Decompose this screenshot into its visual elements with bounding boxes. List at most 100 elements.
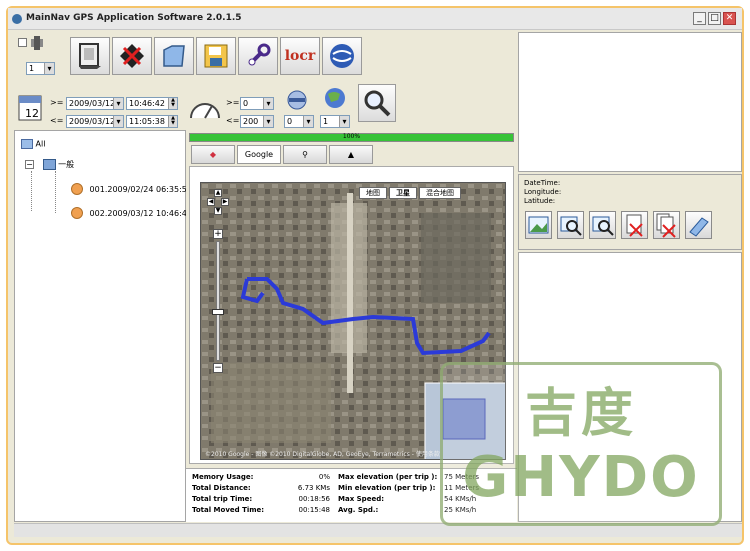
pan-down-icon[interactable]: ▼ xyxy=(214,207,222,215)
option-select-2[interactable]: 1 xyxy=(320,115,350,128)
from-date-picker[interactable]: 2009/03/12 xyxy=(66,97,124,110)
watermark-cn: 吉度 xyxy=(524,384,637,444)
zoom-in-button[interactable]: + xyxy=(213,229,223,239)
from-time-field[interactable]: 10:46:42 ▲ ▼ xyxy=(126,97,178,110)
datetime-label: DateTime: xyxy=(524,179,561,187)
tab-elevation[interactable]: ▲ xyxy=(329,145,373,164)
zoom-out-photo-button[interactable] xyxy=(589,211,616,239)
moved-time-label: Total Moved Time: xyxy=(192,506,265,514)
map-type-satellite[interactable]: 卫星 xyxy=(389,187,417,199)
app-globe-icon xyxy=(12,14,22,24)
max-speed-label: Max Speed: xyxy=(338,495,384,503)
device-select[interactable]: 1 xyxy=(26,62,55,75)
to-date-picker[interactable]: 2009/03/12 xyxy=(66,115,124,128)
tree-item[interactable]: 002.2009/03/12 10:46:42 xyxy=(71,207,192,219)
photo-info: DateTime: Longitude: Latitude: xyxy=(518,174,742,250)
memory-value: 0% xyxy=(318,473,330,481)
checkbox[interactable] xyxy=(18,38,27,47)
tab-google-label: Google xyxy=(244,150,274,159)
save-disk-icon xyxy=(204,44,228,68)
edit-photo-button[interactable] xyxy=(685,211,712,239)
distance-value: 6.73 KMs xyxy=(297,484,330,492)
locr-button[interactable]: locr xyxy=(280,37,320,75)
distance-label: Total Distance: xyxy=(192,484,251,492)
tools-icon xyxy=(248,43,271,66)
save-button[interactable] xyxy=(196,37,236,75)
add-photo-button[interactable] xyxy=(525,211,552,239)
device-icon xyxy=(79,43,101,69)
speedometer-icon xyxy=(188,92,222,122)
search-icon xyxy=(364,90,391,117)
tree-group-label: 一般 xyxy=(58,160,75,169)
tree-item[interactable]: 001.2009/02/24 06:35:59 xyxy=(71,183,192,195)
mountain-icon: ▲ xyxy=(347,150,355,159)
minimize-button[interactable]: _ xyxy=(693,12,706,25)
map-copyright: ©2010 Google - 图像 ©2010 DigitalGlobe, AD… xyxy=(205,451,440,458)
option-select-1[interactable]: 0 xyxy=(284,115,314,128)
from-label: >= xyxy=(50,98,64,107)
map-tabs: ◆ Google ⚲ ▲ xyxy=(189,143,514,165)
tree-item-label: 002.2009/03/12 10:46:42 xyxy=(89,208,192,218)
device-button[interactable] xyxy=(70,37,110,75)
trip-time-value: 00:18:56 xyxy=(298,495,330,503)
collapse-icon[interactable]: − xyxy=(25,160,34,169)
tab-route[interactable]: ⚲ xyxy=(283,145,327,164)
globe-button[interactable] xyxy=(322,37,362,75)
tools-button[interactable] xyxy=(238,37,278,75)
svg-text:12: 12 xyxy=(25,107,39,120)
window-title: MainNav GPS Application Software 2.0.1.5 xyxy=(26,13,242,23)
pan-control[interactable]: ▲ ◀ ▶ ▼ xyxy=(207,189,229,225)
tree-line xyxy=(31,171,32,211)
pan-up-icon[interactable]: ▲ xyxy=(214,189,222,197)
search-button[interactable] xyxy=(358,84,396,122)
watermark-en: GHYDO xyxy=(462,445,700,510)
zoom-slider-handle[interactable] xyxy=(212,309,224,315)
calendar-icon: 12 xyxy=(18,92,42,122)
to-time-field[interactable]: 11:05:38 ▲ ▼ xyxy=(126,115,178,128)
track-tree: All − 一般 001.2009/02/24 06:35:59 002.200… xyxy=(14,130,192,522)
zoom-slider[interactable] xyxy=(216,241,220,361)
tab-locr[interactable]: ◆ xyxy=(191,145,235,164)
folder-icon xyxy=(42,159,56,170)
pan-left-icon[interactable]: ◀ xyxy=(207,198,215,206)
magnify-photo-icon xyxy=(592,216,614,236)
toolbar-area: 1 locr 12 >= 2009/03/12 10:46:42▲▼ <= 20… xyxy=(14,32,516,128)
delete-data-button[interactable] xyxy=(112,37,152,75)
speed-to-label: <= xyxy=(226,116,240,125)
tree-group[interactable]: − 一般 xyxy=(25,159,74,170)
tree-line xyxy=(55,171,56,213)
locr-icon: locr xyxy=(284,48,316,64)
speed-from-select[interactable]: 0 xyxy=(240,97,274,110)
edit-icon xyxy=(689,217,709,237)
title-bar[interactable]: MainNav GPS Application Software 2.0.1.5… xyxy=(8,8,742,30)
tree-root[interactable]: All xyxy=(21,139,45,149)
max-elevation-label: Max elevation (per trip ): xyxy=(338,473,438,481)
delete-all-photos-button[interactable] xyxy=(653,211,680,239)
delete-page-icon xyxy=(626,214,643,237)
progress-label: 100% xyxy=(342,133,361,140)
globe-icon xyxy=(330,44,354,68)
satellite-icon xyxy=(29,36,47,50)
zoom-out-button[interactable]: − xyxy=(213,363,223,373)
magnify-photo-icon xyxy=(560,216,582,236)
bicycle-icon: ⚲ xyxy=(302,150,308,159)
earth-icon xyxy=(322,86,348,110)
speed-to-select[interactable]: 200 xyxy=(240,115,274,128)
map-type-map[interactable]: 地图 xyxy=(359,187,387,199)
memory-label: Memory Usage: xyxy=(192,473,254,481)
map-type-hybrid[interactable]: 混合地图 xyxy=(419,187,461,199)
close-button[interactable]: ✕ xyxy=(723,12,736,25)
zoom-in-photo-button[interactable] xyxy=(557,211,584,239)
locr-tab-icon: ◆ xyxy=(209,150,217,159)
pan-right-icon[interactable]: ▶ xyxy=(221,198,229,206)
tab-google[interactable]: Google xyxy=(237,145,281,164)
min-elevation-label: Min elevation (per trip ): xyxy=(338,484,436,492)
maximize-button[interactable]: □ xyxy=(708,12,721,25)
delete-pages-icon xyxy=(656,213,676,238)
photo-preview xyxy=(518,32,742,172)
delete-photo-button[interactable] xyxy=(621,211,648,239)
open-folder-button[interactable] xyxy=(154,37,194,75)
picture-icon xyxy=(528,216,549,234)
open-folder-icon xyxy=(163,45,185,67)
avg-speed-label: Avg. Spd.: xyxy=(338,506,379,514)
